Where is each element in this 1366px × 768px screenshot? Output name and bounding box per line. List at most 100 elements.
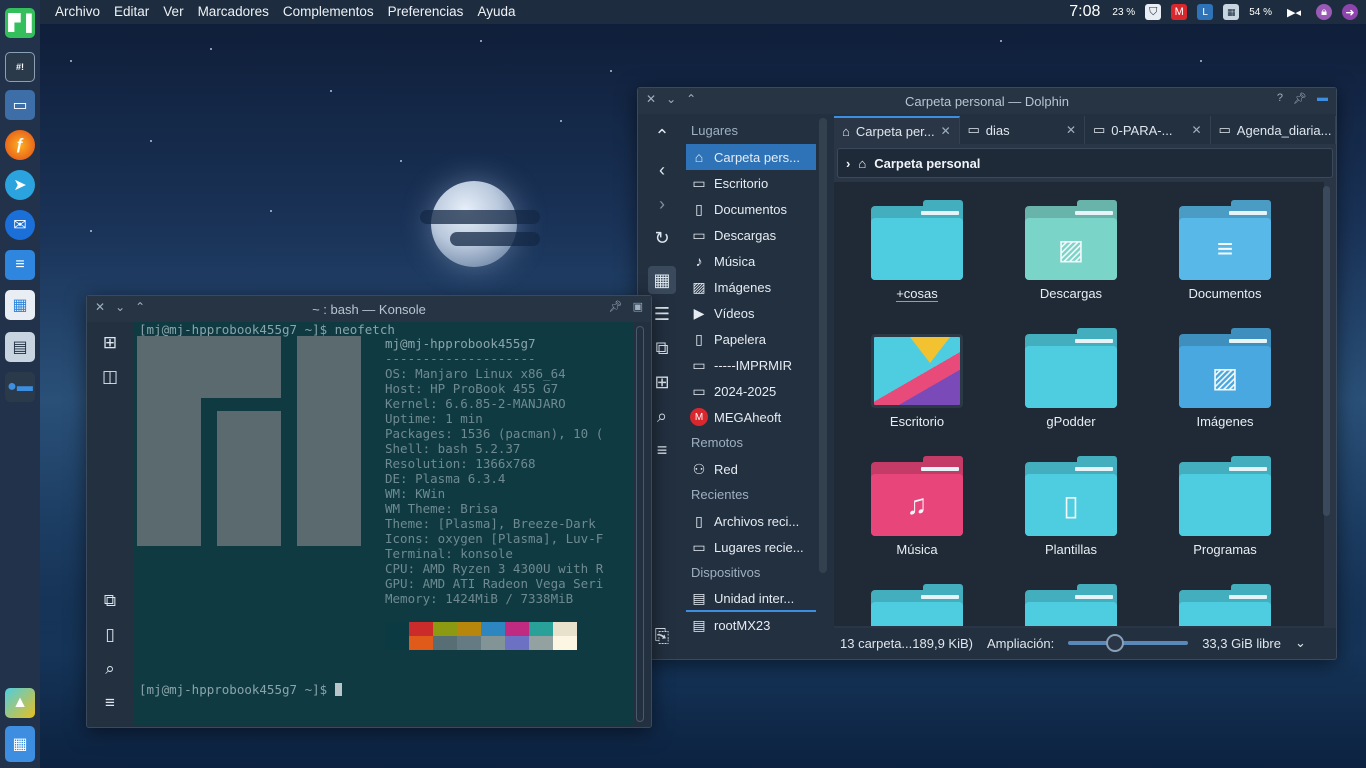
tab-dias[interactable]: ▭ dias ✕: [960, 116, 1085, 144]
menu-editar[interactable]: Editar: [107, 0, 156, 24]
impress-icon[interactable]: ▤: [5, 332, 35, 362]
pin-icon[interactable]: 📌︎: [609, 300, 623, 313]
copy-icon[interactable]: ⧉: [97, 588, 123, 614]
firefox-icon[interactable]: ƒ: [5, 130, 35, 160]
file-item[interactable]: [1150, 574, 1300, 626]
file-item[interactable]: [842, 574, 992, 626]
grid-scrollbar[interactable]: [1323, 186, 1330, 516]
search-icon[interactable]: ⌕: [97, 656, 123, 682]
file-item[interactable]: ▨ Imágenes: [1150, 318, 1300, 438]
forward-icon[interactable]: ›: [648, 190, 676, 218]
place-imprmir[interactable]: ▭ -----IMPRMIR: [686, 352, 816, 378]
split-view-icon[interactable]: ◫: [97, 364, 123, 390]
terminal-panel-icon[interactable]: ⎘: [648, 622, 676, 650]
paste-icon[interactable]: ▯: [97, 622, 123, 648]
menu-archivo[interactable]: Archivo: [48, 0, 107, 24]
place-papelera[interactable]: ▯ Papelera: [686, 326, 816, 352]
place-2024-2025[interactable]: ▭ 2024-2025: [686, 378, 816, 404]
minimize-icon[interactable]: ⌄: [115, 300, 125, 314]
place-home[interactable]: ⌂ Carpeta pers...: [686, 144, 816, 170]
details-view-icon[interactable]: ☰: [648, 300, 676, 328]
keyboard-layout-icon[interactable]: L: [1197, 4, 1214, 20]
places-scrollbar[interactable]: [819, 118, 827, 573]
tab-agenda[interactable]: ▭Agenda_diaria...✕: [1211, 116, 1336, 144]
menu-complementos[interactable]: Complementos: [276, 0, 381, 24]
breadcrumb-current[interactable]: Carpeta personal: [874, 156, 980, 171]
place-escritorio[interactable]: ▭ Escritorio: [686, 170, 816, 196]
chevron-right-icon[interactable]: ›: [846, 156, 850, 171]
close-icon[interactable]: ✕: [1066, 123, 1076, 137]
up-arrow-icon[interactable]: ⌃: [648, 122, 676, 150]
maximize-icon[interactable]: ⌃: [135, 300, 145, 314]
minimize-icon[interactable]: ⌄: [666, 92, 676, 106]
new-tab-icon[interactable]: ⊞: [648, 368, 676, 396]
split-view-icon[interactable]: ⧉: [648, 334, 676, 362]
prompt-line[interactable]: [mj@mj-hpprobook455g7 ~]$: [139, 682, 342, 697]
zoom-slider[interactable]: [1068, 634, 1189, 652]
place-recent-files[interactable]: ▯ Archivos reci...: [686, 508, 816, 534]
file-item[interactable]: Escritorio: [842, 318, 992, 438]
battery-indicator[interactable]: 23 %: [1112, 7, 1135, 18]
new-tab-icon[interactable]: ⊞: [97, 330, 123, 356]
icons-view-icon[interactable]: ▦: [648, 266, 676, 294]
device-internal[interactable]: ▤ Unidad inter...: [686, 586, 816, 612]
clock[interactable]: 7:08: [1069, 3, 1100, 21]
file-item[interactable]: ♫ Música: [842, 446, 992, 566]
place-documentos[interactable]: ▯ Documentos: [686, 196, 816, 222]
calc-icon[interactable]: ▦: [5, 290, 35, 320]
breadcrumb[interactable]: › ⌂ Carpeta personal: [837, 148, 1333, 178]
menu-ayuda[interactable]: Ayuda: [470, 0, 522, 24]
menu-ver[interactable]: Ver: [156, 0, 190, 24]
tab-0-para[interactable]: ▭ 0-PARA-... ✕: [1085, 116, 1211, 144]
file-item[interactable]: ≡ Documentos: [1150, 190, 1300, 310]
help-icon[interactable]: ?: [1277, 92, 1283, 105]
close-icon[interactable]: ✕: [941, 124, 951, 138]
file-item[interactable]: gPodder: [996, 318, 1146, 438]
terminal-scrollbar[interactable]: [636, 326, 644, 722]
chevron-down-icon[interactable]: ⌄: [1295, 635, 1306, 651]
search-icon[interactable]: ⌕: [648, 402, 676, 430]
file-item[interactable]: [996, 574, 1146, 626]
close-icon[interactable]: ✕: [646, 92, 656, 106]
lock-icon[interactable]: 🔒︎: [1316, 4, 1332, 20]
konsole-titlebar[interactable]: ✕ ⌄ ⌃ ~ : bash — Konsole 📌︎ ▣: [87, 296, 651, 322]
file-manager-icon[interactable]: ▭: [5, 90, 35, 120]
place-megaheoft[interactable]: M MEGAheoft: [686, 404, 816, 430]
menu-marcadores[interactable]: Marcadores: [191, 0, 276, 24]
zoom-handle[interactable]: [1106, 634, 1125, 652]
calendar-icon[interactable]: ▦: [1223, 4, 1240, 20]
pin-icon[interactable]: 📌︎: [1293, 92, 1307, 105]
file-item[interactable]: +cosas: [842, 190, 992, 310]
place-descargas[interactable]: ▭ Descargas: [686, 222, 816, 248]
device-rootmx23[interactable]: ▤ rootMX23: [686, 612, 816, 638]
tab-carpeta-personal[interactable]: ⌂ Carpeta per... ✕: [834, 116, 960, 144]
file-item[interactable]: ▨ Descargas: [996, 190, 1146, 310]
maximize-icon[interactable]: ⌃: [686, 92, 696, 106]
menu-preferencias[interactable]: Preferencias: [381, 0, 471, 24]
place-videos[interactable]: ▶ Vídeos: [686, 300, 816, 326]
place-imagenes[interactable]: ▨ Imágenes: [686, 274, 816, 300]
place-musica[interactable]: ♪ Música: [686, 248, 816, 274]
writer-icon[interactable]: ≡: [5, 250, 35, 280]
terminal-icon[interactable]: #!: [5, 52, 35, 82]
image-viewer-icon[interactable]: ▲: [5, 688, 35, 718]
hamburger-menu-icon[interactable]: ≡: [97, 690, 123, 716]
place-red[interactable]: ⚇ Red: [686, 456, 816, 482]
place-recent-places[interactable]: ▭ Lugares recie...: [686, 534, 816, 560]
telegram-icon[interactable]: ➤: [5, 170, 35, 200]
file-item[interactable]: ▯ Plantillas: [996, 446, 1146, 566]
reload-icon[interactable]: ↻: [648, 224, 676, 252]
file-item[interactable]: Programas: [1150, 446, 1300, 566]
shield-icon[interactable]: ⛉: [1145, 4, 1162, 20]
updates-icon[interactable]: ➜: [1342, 4, 1358, 20]
thunderbird-icon[interactable]: ✉: [5, 210, 35, 240]
terminal-area[interactable]: [mj@mj-hpprobook455g7 ~]$ neofetch mj@mj…: [133, 322, 633, 726]
close-icon[interactable]: ✕: [95, 300, 105, 314]
close-icon[interactable]: ✕: [1191, 123, 1201, 137]
toggle-icon[interactable]: ●▬: [5, 372, 35, 402]
manjaro-logo-icon[interactable]: ▛▐: [5, 8, 35, 38]
hamburger-menu-icon[interactable]: ≡: [648, 436, 676, 464]
mega-icon[interactable]: M: [1171, 4, 1188, 20]
dolphin-titlebar[interactable]: ✕ ⌄ ⌃ Carpeta personal — Dolphin ? 📌︎ ▬: [638, 88, 1336, 114]
desktop-pager-icon[interactable]: ▦: [5, 726, 35, 762]
